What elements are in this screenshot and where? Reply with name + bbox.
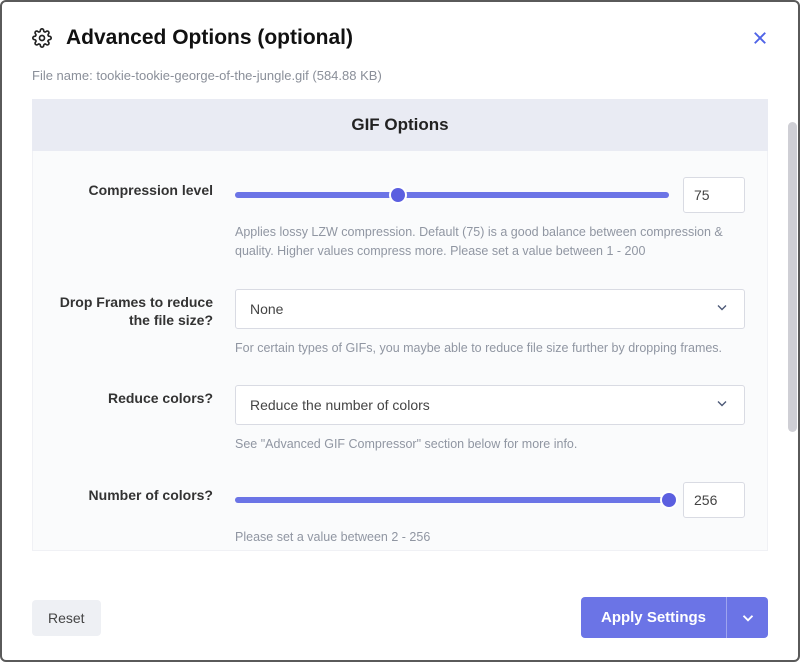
apply-settings-dropdown[interactable] bbox=[726, 597, 768, 638]
num-colors-slider[interactable] bbox=[235, 492, 669, 508]
reduce-colors-label: Reduce colors? bbox=[55, 385, 235, 454]
chevron-down-icon bbox=[714, 396, 730, 415]
modal-footer: Reset Apply Settings bbox=[2, 583, 798, 660]
num-colors-label: Number of colors? bbox=[55, 482, 235, 547]
drop-frames-label: Drop Frames to reduce the file size? bbox=[55, 289, 235, 358]
chevron-down-icon bbox=[714, 299, 730, 318]
scrollbar[interactable] bbox=[788, 122, 797, 432]
file-info: File name: tookie-tookie-george-of-the-j… bbox=[2, 60, 798, 99]
num-colors-help: Please set a value between 2 - 256 bbox=[235, 528, 745, 547]
modal-title: Advanced Options (optional) bbox=[66, 26, 353, 50]
modal-header: Advanced Options (optional) bbox=[2, 2, 798, 60]
compression-value-input[interactable]: 75 bbox=[683, 177, 745, 213]
num-colors-value-input[interactable]: 256 bbox=[683, 482, 745, 518]
modal-content: GIF Options Compression level 75 Applies… bbox=[2, 99, 798, 583]
compression-slider[interactable] bbox=[235, 187, 669, 203]
reduce-colors-help: See "Advanced GIF Compressor" section be… bbox=[235, 435, 745, 454]
file-name-label: File name: bbox=[32, 68, 93, 83]
reduce-colors-select[interactable]: Reduce the number of colors bbox=[235, 385, 745, 425]
drop-frames-help: For certain types of GIFs, you maybe abl… bbox=[235, 339, 745, 358]
apply-settings-button[interactable]: Apply Settings bbox=[581, 597, 726, 638]
drop-frames-select[interactable]: None bbox=[235, 289, 745, 329]
reset-button[interactable]: Reset bbox=[32, 600, 101, 636]
file-name-value: tookie-tookie-george-of-the-jungle.gif (… bbox=[96, 68, 381, 83]
compression-help: Applies lossy LZW compression. Default (… bbox=[235, 223, 745, 261]
slider-thumb-icon[interactable] bbox=[391, 188, 405, 202]
advanced-options-modal: Advanced Options (optional) File name: t… bbox=[0, 0, 800, 662]
section-header: GIF Options bbox=[32, 99, 768, 151]
close-button[interactable] bbox=[750, 28, 770, 48]
slider-thumb-icon[interactable] bbox=[662, 493, 676, 507]
compression-label: Compression level bbox=[55, 177, 235, 261]
options-body: Compression level 75 Applies lossy LZW c… bbox=[32, 151, 768, 551]
gear-icon bbox=[32, 28, 52, 48]
